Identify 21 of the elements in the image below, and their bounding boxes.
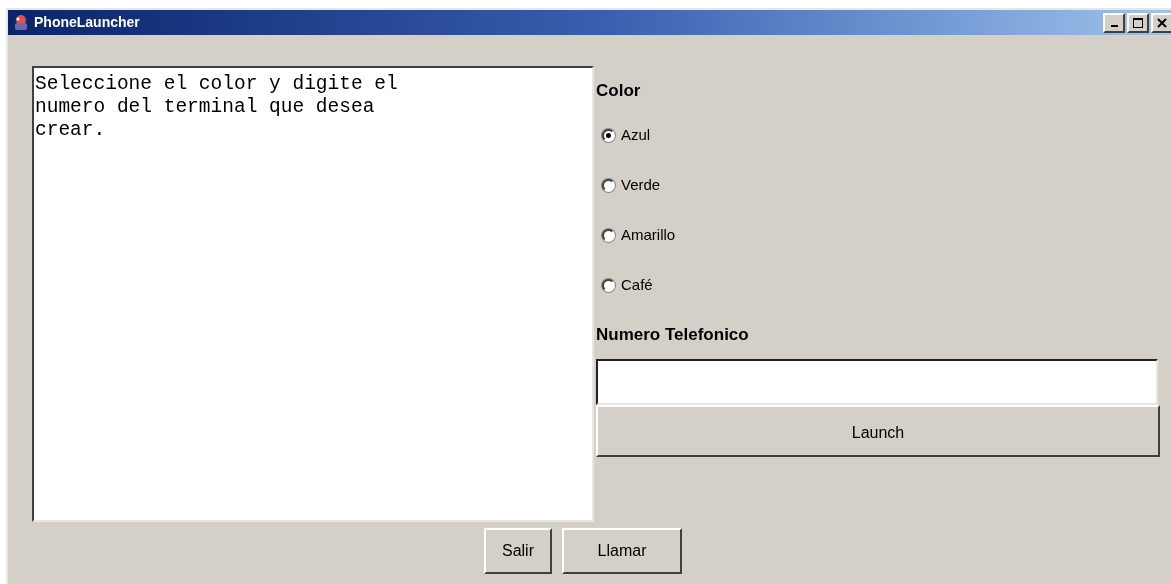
- maximize-button[interactable]: [1127, 12, 1149, 33]
- message-text: Seleccione el color y digite el: [35, 73, 398, 96]
- message-text: crear.: [35, 119, 106, 142]
- close-button[interactable]: [1151, 12, 1171, 33]
- app-icon: [12, 13, 30, 32]
- launch-button[interactable]: Launch: [596, 405, 1160, 457]
- color-radio[interactable]: Azul: [602, 125, 651, 145]
- minimize-icon: [1110, 24, 1118, 27]
- dialog-button[interactable]: Salir: [484, 528, 552, 574]
- color-label: Color: [596, 80, 641, 102]
- dialog-button[interactable]: Llamar: [562, 528, 682, 574]
- phone-label: Numero Telefonico: [596, 323, 749, 346]
- color-radio[interactable]: Amarillo: [602, 225, 676, 245]
- maximize-icon: [1133, 17, 1143, 28]
- close-icon: [1157, 17, 1167, 28]
- color-radio[interactable]: Café: [602, 275, 653, 295]
- message-text: numero del terminal que desea: [35, 96, 375, 119]
- window-title: PhoneLauncher: [34, 13, 141, 32]
- minimize-button[interactable]: [1103, 12, 1125, 33]
- color-radio[interactable]: Verde: [602, 175, 661, 195]
- phone-field[interactable]: [596, 359, 1158, 405]
